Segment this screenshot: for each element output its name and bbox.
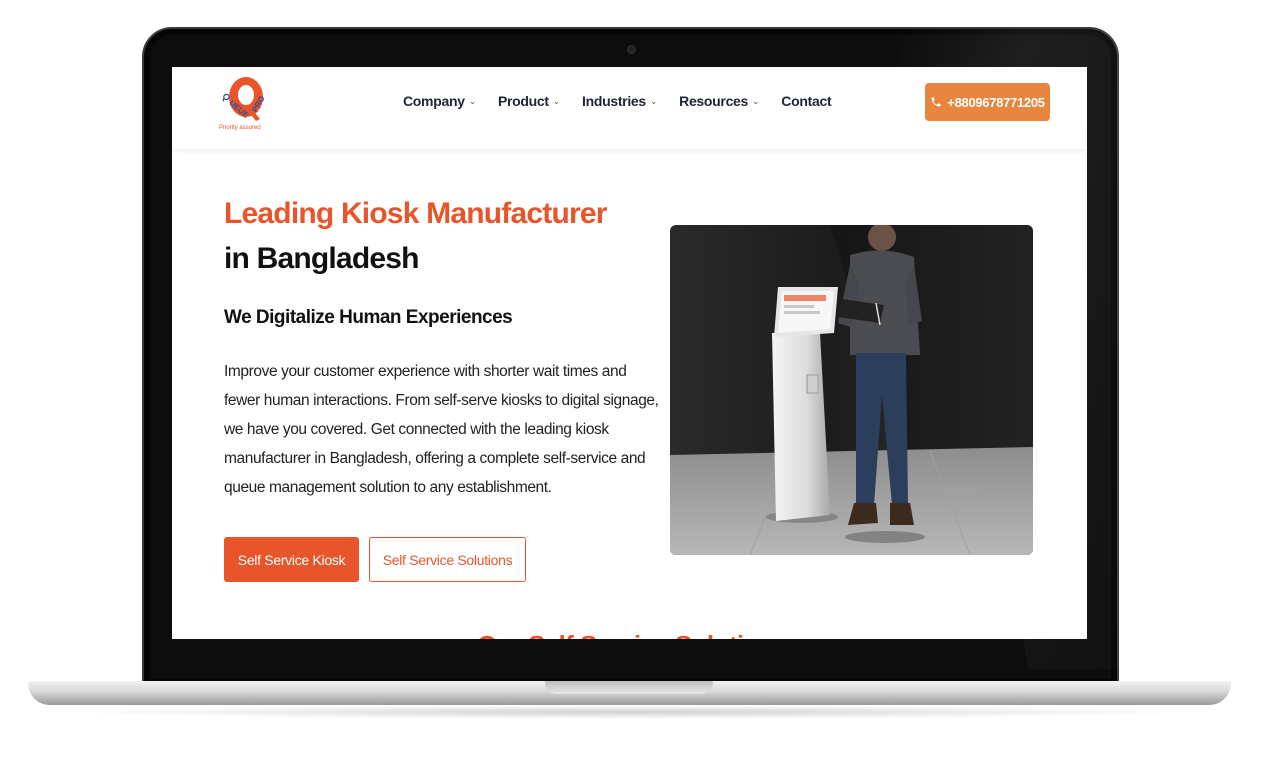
queuepro-logo-mark: Q UEUE PRO [220, 77, 267, 121]
hero-kiosk-image [670, 225, 1033, 555]
nav-industries-label: Industries [581, 93, 646, 109]
nav-industries[interactable]: Industries ⌄ [582, 93, 657, 109]
nav-product-label: Product [497, 93, 549, 109]
laptop-screen: Q UEUE PRO Priority assured Company ⌄ Pr… [172, 67, 1087, 639]
self-service-solutions-button[interactable]: Self Service Solutions [369, 537, 526, 582]
hero-title-accent: Leading Kiosk Manufacturer [224, 197, 607, 230]
hero-description: Improve your customer experience with sh… [224, 363, 659, 496]
laptop-shadow [60, 705, 1200, 719]
phone-icon [931, 97, 941, 107]
nav-resources[interactable]: Resources ⌄ [679, 93, 759, 109]
nav-contact[interactable]: Contact [781, 93, 831, 109]
phone-number: +8809678771205 [947, 94, 1045, 110]
chevron-down-icon: ⌄ [649, 95, 658, 106]
kiosk-photo-illustration [670, 225, 1033, 555]
nav-company-label: Company [403, 93, 465, 109]
solutions-section-heading: Our Self Service Solutions [477, 630, 789, 639]
chevron-down-icon: ⌄ [468, 95, 477, 106]
logo-tagline: Priority assured [219, 125, 261, 131]
phone-call-button[interactable]: +8809678771205 [925, 83, 1050, 121]
nav-contact-label: Contact [781, 93, 832, 109]
laptop-base-notch [545, 681, 713, 694]
self-service-kiosk-button[interactable]: Self Service Kiosk [224, 537, 359, 582]
hero-title: in Bangladesh [224, 242, 419, 275]
nav-resources-label: Resources [679, 93, 749, 109]
chevron-down-icon: ⌄ [552, 95, 561, 106]
chevron-down-icon: ⌄ [752, 95, 760, 106]
nav-company[interactable]: Company ⌄ [403, 93, 476, 109]
main-nav: Company ⌄ Product ⌄ Industries ⌄ Resourc… [403, 93, 853, 109]
nav-product[interactable]: Product ⌄ [498, 93, 560, 109]
hero-subtitle: We Digitalize Human Experiences [224, 307, 513, 328]
webcam [627, 45, 636, 54]
site-header: Q UEUE PRO Priority assured Company ⌄ Pr… [172, 67, 1087, 149]
